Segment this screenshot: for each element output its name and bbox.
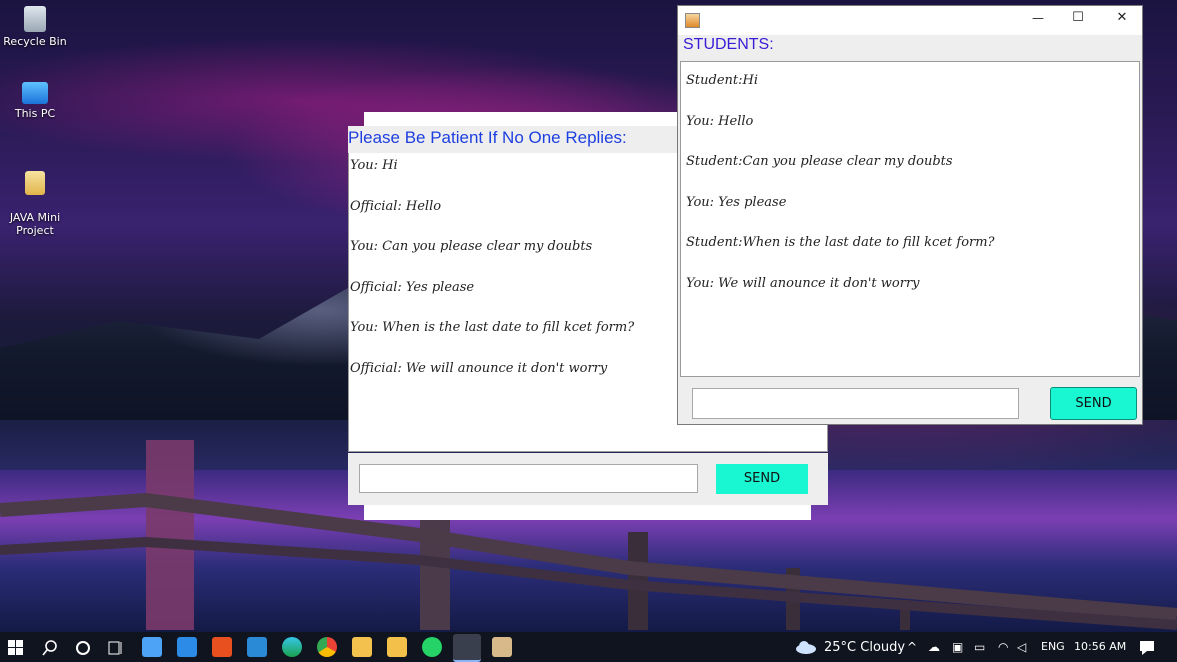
taskbar: 25°C Cloudy ^ ☁ ▣ ▭ ◠ ◁ ENG 10:56 AM (0, 632, 1177, 662)
windows-start-icon[interactable] (8, 640, 23, 655)
file-explorer-icon[interactable] (387, 637, 407, 657)
search-icon[interactable] (42, 640, 58, 656)
chat-message: Student:Can you please clear my doubts (686, 154, 953, 169)
window-bottom-strip (364, 505, 811, 520)
chevron-up-icon[interactable]: ^ (907, 640, 917, 654)
window-top-strip (364, 112, 694, 126)
message-input[interactable] (692, 388, 1019, 419)
chat-message: Student:Hi (686, 73, 758, 88)
java-app-icon (685, 13, 700, 28)
heading-text: STUDENTS: (683, 36, 774, 53)
battery-icon[interactable]: ▭ (974, 640, 985, 654)
chat-message: You: Yes please (686, 194, 787, 210)
maximize-button[interactable]: ☐ (1058, 10, 1098, 25)
input-bar: SEND (348, 453, 828, 505)
close-button[interactable]: ✕ (1102, 10, 1142, 25)
mail-icon[interactable] (177, 637, 197, 657)
students-chat-window: — ☐ ✕ STUDENTS: Student:Hi You: Hello St… (677, 5, 1143, 425)
java-app-taskbar-icon[interactable] (492, 637, 512, 657)
desktop-icon-label: Recycle Bin (3, 35, 67, 48)
language-indicator[interactable]: ENG (1041, 640, 1065, 653)
title-bar: — ☐ ✕ (678, 6, 1142, 35)
volume-icon[interactable]: ◁ (1017, 640, 1026, 654)
chat-message: You: Hello (686, 113, 754, 129)
desktop-icon-recycle-bin[interactable]: Recycle Bin (0, 6, 70, 48)
computer-icon (22, 82, 48, 104)
send-button[interactable]: SEND (1050, 387, 1137, 420)
desktop-icon-label: JAVA Mini Project (9, 211, 61, 237)
recycle-bin-icon (24, 6, 46, 32)
weather-text[interactable]: 25°C Cloudy (824, 640, 905, 655)
heading-text: Please Be Patient If No One Replies: (348, 128, 627, 147)
desktop-icon-this-pc[interactable]: This PC (0, 82, 70, 120)
app-cube-icon[interactable] (352, 637, 372, 657)
whatsapp-icon[interactable] (422, 637, 442, 657)
java-app-taskbar-icon[interactable] (453, 634, 481, 662)
onedrive-icon[interactable]: ☁ (928, 640, 940, 654)
minimize-button[interactable]: — (1018, 11, 1058, 25)
send-button[interactable]: SEND (716, 464, 808, 494)
cloud-icon (796, 641, 816, 654)
desktop-icon-label: This PC (14, 107, 56, 120)
desktop-icon-java-project[interactable]: JAVA Mini Project (0, 158, 70, 250)
chat-message: Student:When is the last date to fill kc… (686, 235, 995, 250)
task-view-icon[interactable] (108, 640, 124, 656)
clock[interactable]: 10:56 AM (1074, 640, 1126, 653)
vscode-icon[interactable] (247, 637, 267, 657)
wifi-icon[interactable]: ◠ (998, 640, 1008, 654)
office-icon[interactable] (212, 637, 232, 657)
chat-transcript: Student:Hi You: Hello Student:Can you pl… (680, 61, 1140, 377)
notification-icon[interactable] (1139, 640, 1155, 655)
store-icon[interactable] (142, 637, 162, 657)
chrome-icon[interactable] (317, 637, 337, 657)
heading-bar: Please Be Patient If No One Replies: (348, 126, 678, 154)
device-icon[interactable]: ▣ (952, 640, 963, 654)
folder-icon (25, 171, 45, 195)
chat-message: You: We will anounce it don't worry (686, 275, 920, 291)
cortana-icon[interactable] (75, 640, 91, 656)
edge-icon[interactable] (282, 637, 302, 657)
message-input[interactable] (359, 464, 698, 493)
